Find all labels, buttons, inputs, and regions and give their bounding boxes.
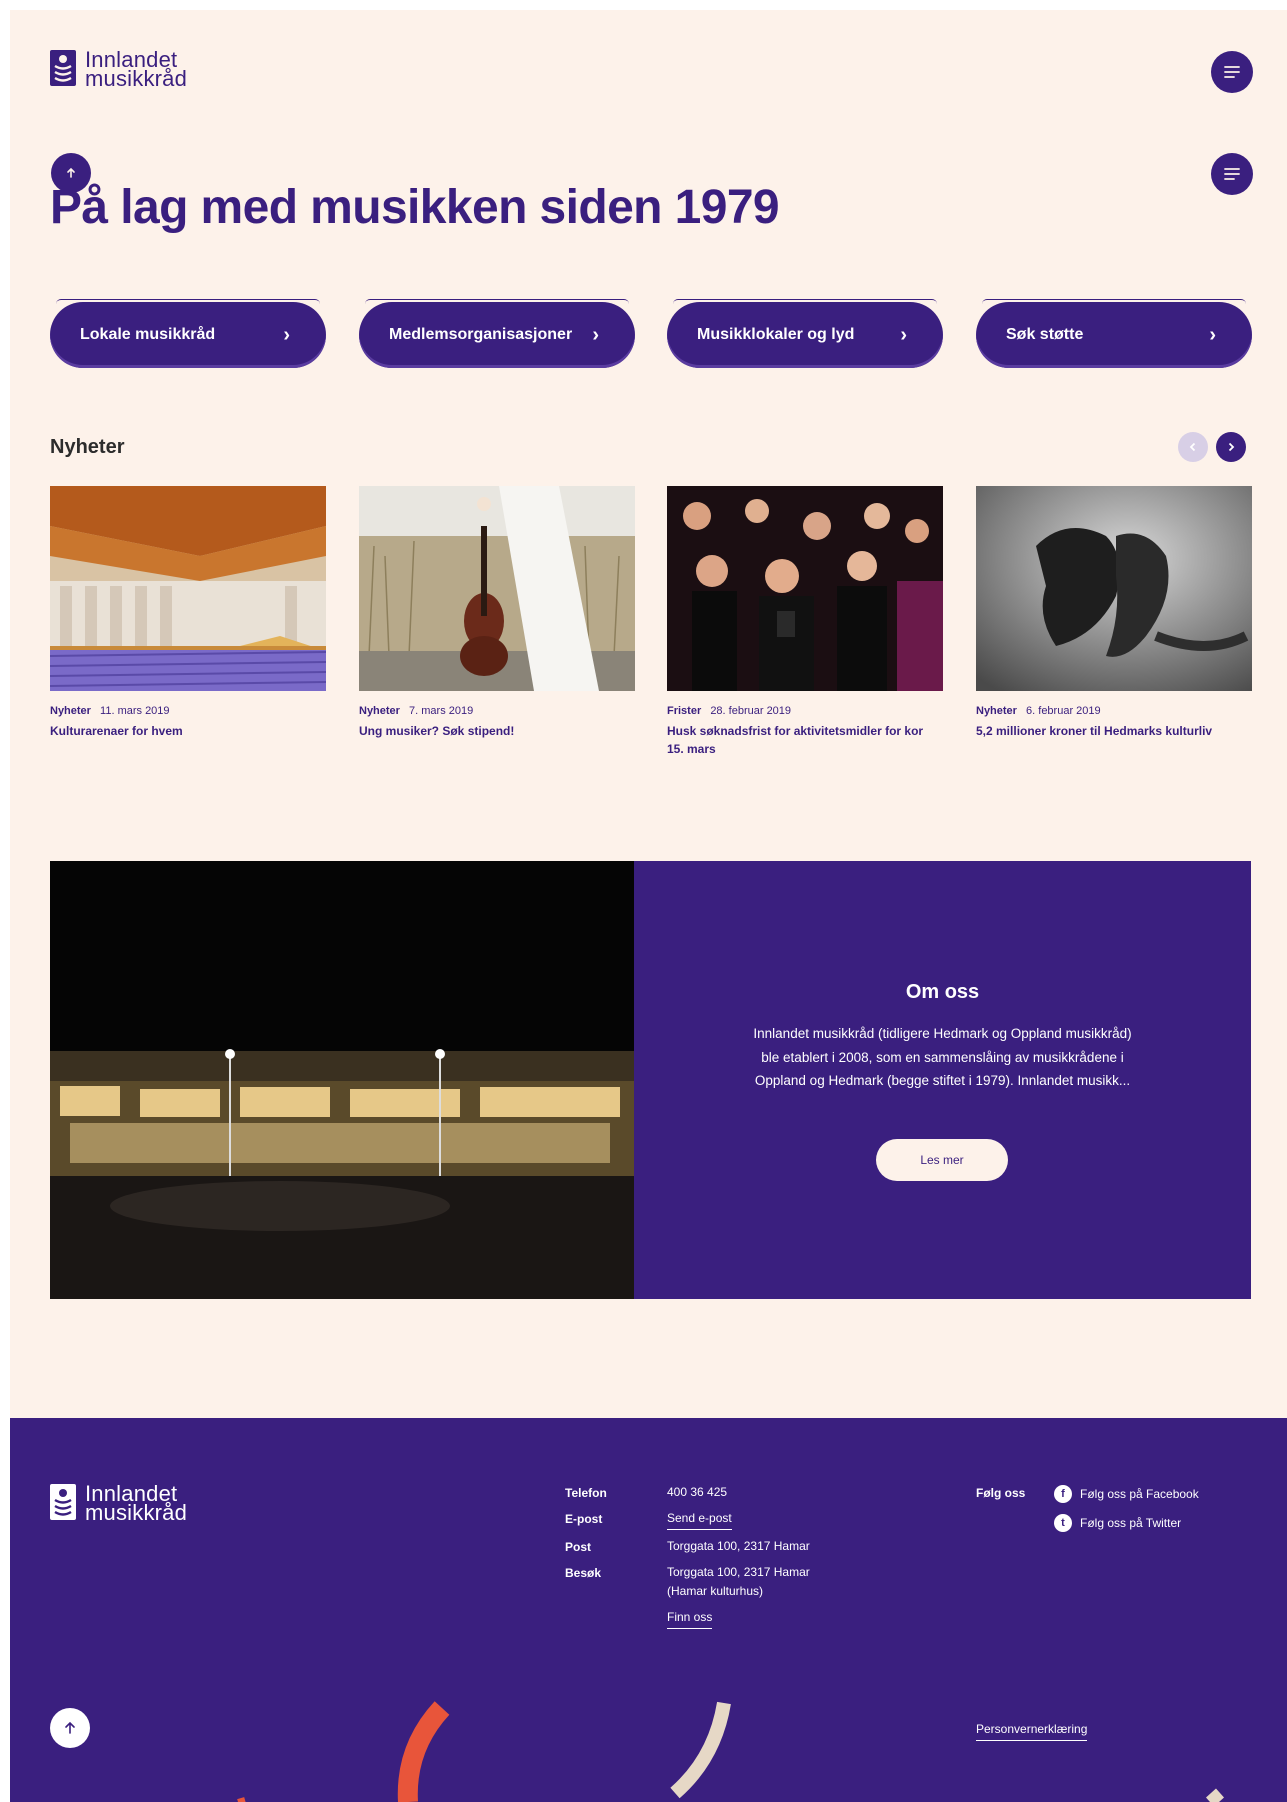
page-title: På lag med musikken siden 1979 xyxy=(50,181,780,234)
about-panel: Om oss Innlandet musikkråd (tidligere He… xyxy=(634,861,1251,1299)
news-card-meta: Nyheter 11. mars 2019 xyxy=(50,705,326,717)
quick-link-lokale-musikkrad[interactable]: Lokale musikkråd › xyxy=(50,299,326,368)
chevron-right-icon xyxy=(1228,442,1235,452)
site-logo[interactable]: Innlandet musikkråd xyxy=(50,49,188,91)
chevron-right-icon: › xyxy=(900,323,907,346)
quick-link-label: Lokale musikkråd xyxy=(80,326,216,343)
news-card[interactable]: Nyheter 7. mars 2019 Ung musiker? Søk st… xyxy=(359,486,635,740)
quick-link-label: Medlemsorganisasjoner xyxy=(389,326,573,343)
news-card-date: 7. mars 2019 xyxy=(409,705,474,717)
news-card-date: 11. mars 2019 xyxy=(100,705,170,717)
news-card[interactable]: Nyheter 6. februar 2019 5,2 millioner kr… xyxy=(976,486,1252,740)
quick-link-medlemsorganisasjoner[interactable]: Medlemsorganisasjoner › xyxy=(359,299,635,368)
footer: Innlandet musikkråd Telefon 400 36 425 E… xyxy=(10,1418,1287,1802)
news-next-button[interactable] xyxy=(1216,432,1246,462)
news-card[interactable]: Nyheter 11. mars 2019 Kulturarenaer for … xyxy=(50,486,326,740)
read-more-button[interactable]: Les mer xyxy=(876,1139,1008,1181)
chevron-right-icon: › xyxy=(592,323,599,346)
logo-icon xyxy=(50,50,78,88)
news-card-title[interactable]: Kulturarenaer for hvem xyxy=(50,722,326,740)
about-title: Om oss xyxy=(905,981,980,1003)
menu-icon xyxy=(1224,168,1240,180)
news-card-category: Nyheter xyxy=(359,705,400,717)
quick-link-sok-stotte[interactable]: Søk støtte › xyxy=(976,299,1252,368)
page: Innlandet musikkråd På lag med musikken … xyxy=(10,10,1287,1802)
news-card[interactable]: Frister 28. februar 2019 Husk søknadsfri… xyxy=(667,486,943,758)
decorative-shapes xyxy=(237,1701,1225,1802)
news-card-image[interactable] xyxy=(50,486,326,691)
news-card-image[interactable] xyxy=(359,486,635,691)
news-card-image[interactable] xyxy=(667,486,943,691)
chevron-right-icon: › xyxy=(283,323,290,346)
about-image xyxy=(50,861,634,1299)
news-card-meta: Frister 28. februar 2019 xyxy=(667,705,943,717)
chevron-left-icon xyxy=(1189,442,1196,452)
quick-link-label: Søk støtte xyxy=(1006,326,1084,343)
news-card-date: 6. februar 2019 xyxy=(1026,705,1101,717)
news-card-category: Nyheter xyxy=(976,705,1017,717)
arrow-up-icon xyxy=(67,167,75,178)
news-card-category: Frister xyxy=(667,705,702,717)
logo-line-2: musikkråd xyxy=(85,66,188,91)
quick-link-label: Musikklokaler og lyd xyxy=(697,326,855,343)
menu-button[interactable] xyxy=(1211,51,1253,93)
news-card-title[interactable]: Husk søknadsfrist for aktivitetsmidler f… xyxy=(667,722,943,758)
news-heading: Nyheter xyxy=(50,436,125,458)
menu-button-secondary[interactable] xyxy=(1211,153,1253,195)
news-card-title[interactable]: Ung musiker? Søk stipend! xyxy=(359,722,635,740)
news-card-meta: Nyheter 7. mars 2019 xyxy=(359,705,635,717)
news-card-date: 28. februar 2019 xyxy=(710,705,792,717)
about-text: Innlandet musikkråd (tidligere Hedmark o… xyxy=(753,1026,1132,1088)
news-card-meta: Nyheter 6. februar 2019 xyxy=(976,705,1252,717)
news-prev-button[interactable] xyxy=(1178,432,1208,462)
chevron-right-icon: › xyxy=(1209,323,1216,346)
menu-icon xyxy=(1224,66,1240,78)
logo-text: Innlandet musikkråd xyxy=(85,49,188,91)
quick-link-musikklokaler[interactable]: Musikklokaler og lyd › xyxy=(667,299,943,368)
news-card-image[interactable] xyxy=(976,486,1252,691)
news-card-title[interactable]: 5,2 millioner kroner til Hedmarks kultur… xyxy=(976,722,1252,740)
news-card-category: Nyheter xyxy=(50,705,91,717)
